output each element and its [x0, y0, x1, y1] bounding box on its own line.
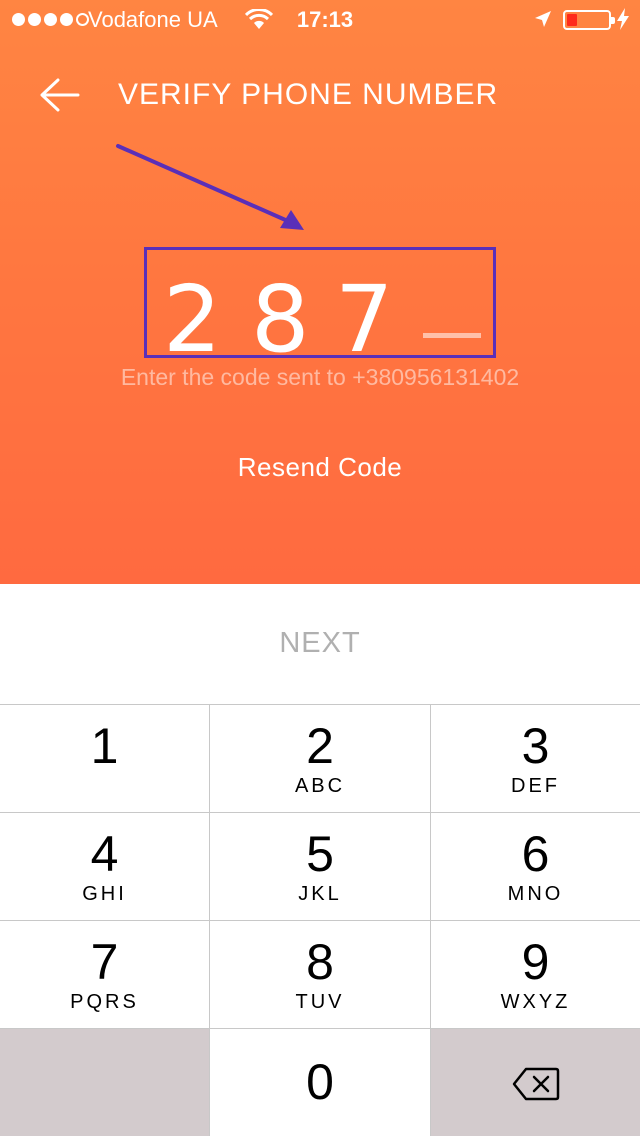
header-background: Vodafone UA 17:13 VERIFY PHONE NUMBER 2 … — [0, 0, 640, 584]
code-cursor — [423, 333, 481, 338]
key-2[interactable]: 2 ABC — [210, 705, 430, 812]
code-hint-text: Enter the code sent to +380956131402 — [120, 364, 520, 390]
key-0[interactable]: 0 — [210, 1029, 430, 1136]
key-4[interactable]: 4 GHI — [0, 813, 209, 920]
charging-bolt-icon — [617, 8, 629, 30]
backspace-icon — [512, 1067, 559, 1101]
numeric-keypad: 1 2 ABC 3 DEF 4 GHI 5 JKL 6 MNO 7 PQRS 8… — [0, 704, 640, 1136]
page-title: VERIFY PHONE NUMBER — [118, 78, 499, 111]
status-bar: Vodafone UA 17:13 — [0, 0, 640, 40]
resend-code-button[interactable]: Resend Code — [0, 452, 640, 483]
annotation-arrow-icon — [116, 144, 304, 230]
back-arrow-icon[interactable] — [40, 78, 80, 112]
location-arrow-icon — [535, 11, 551, 27]
key-8[interactable]: 8 TUV — [210, 921, 430, 1028]
key-6[interactable]: 6 MNO — [431, 813, 640, 920]
code-digit-3: 7 — [335, 266, 394, 358]
key-9[interactable]: 9 WXYZ — [431, 921, 640, 1028]
battery-icon — [563, 10, 615, 30]
key-5[interactable]: 5 JKL — [210, 813, 430, 920]
verification-code-input[interactable]: 2 8 7 — [144, 247, 496, 358]
code-digit-1: 2 — [163, 266, 222, 358]
key-7[interactable]: 7 PQRS — [0, 921, 209, 1028]
delete-key[interactable] — [431, 1029, 640, 1136]
key-blank — [0, 1029, 209, 1136]
key-1[interactable]: 1 — [0, 705, 209, 812]
next-button[interactable]: NEXT — [0, 627, 640, 660]
key-3[interactable]: 3 DEF — [431, 705, 640, 812]
code-digit-2: 8 — [251, 266, 310, 358]
